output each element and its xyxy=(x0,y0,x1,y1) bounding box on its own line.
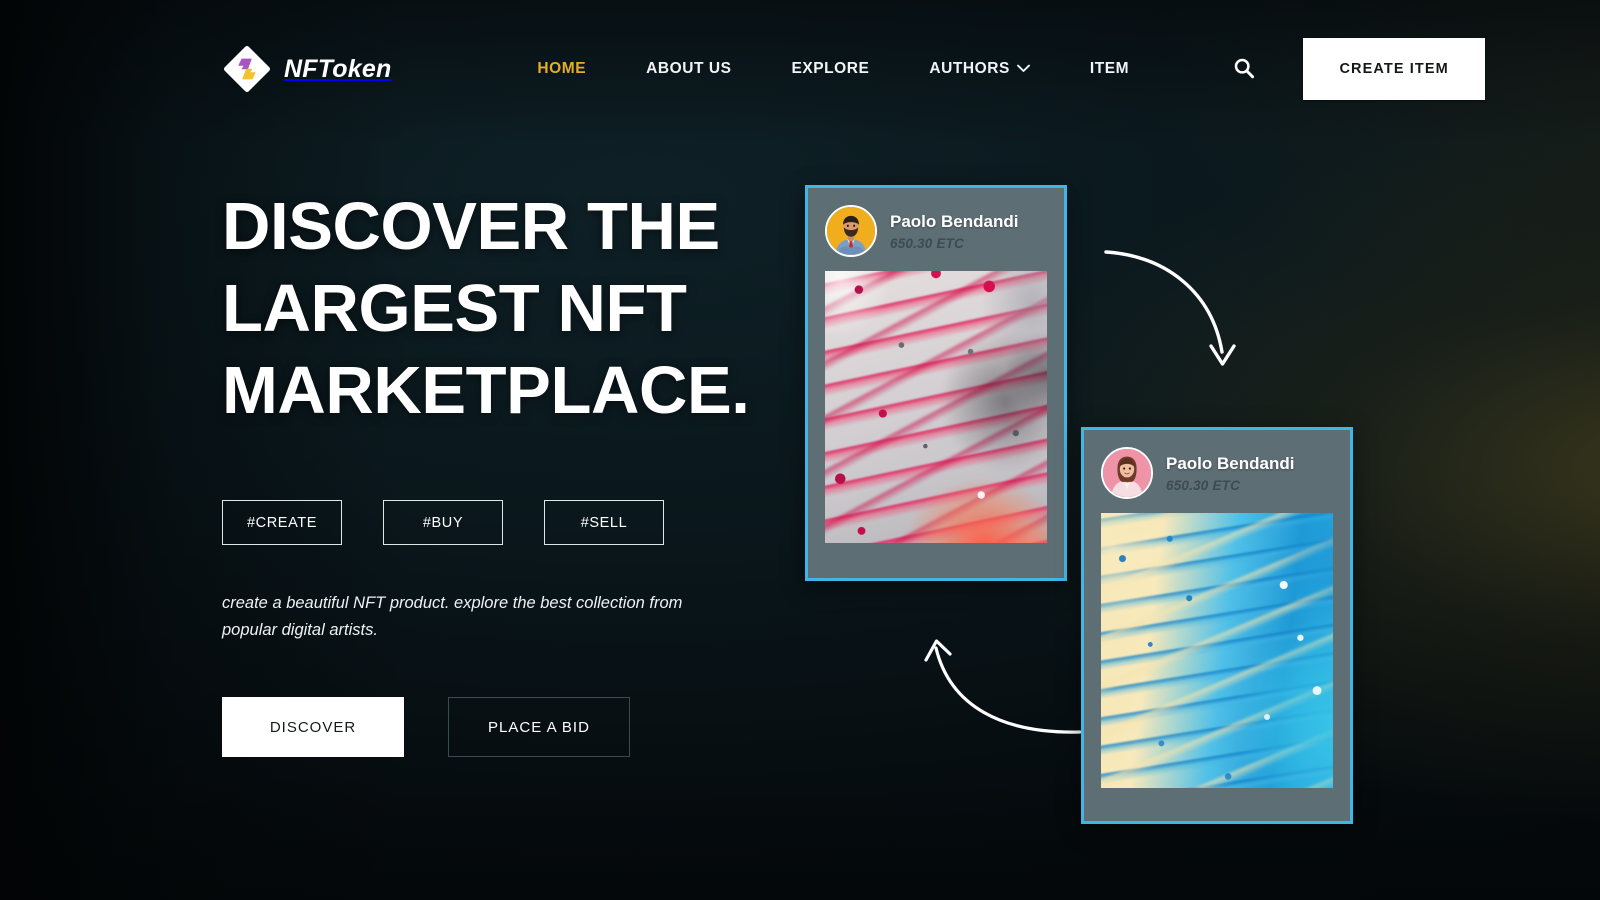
search-button[interactable] xyxy=(1227,52,1261,86)
red-pink-fluid-marble-art xyxy=(825,271,1047,543)
chevron-down-icon xyxy=(1016,60,1030,78)
avatar xyxy=(1101,447,1153,499)
nav-item-item[interactable]: ITEM xyxy=(1090,60,1129,78)
nav-item-about-us[interactable]: ABOUT US xyxy=(646,60,731,78)
nft-card[interactable]: Paolo Bendandi 650.30 ETC xyxy=(1081,427,1353,824)
blue-cream-fluid-marble-art xyxy=(1101,513,1333,788)
nft-card-author: Paolo Bendandi xyxy=(1166,453,1295,473)
nav-item-home[interactable]: HOME xyxy=(537,60,586,78)
nav-item-authors-label: AUTHORS xyxy=(929,60,1010,77)
discover-button[interactable]: DISCOVER xyxy=(222,697,404,757)
hero-content: DISCOVER THE LARGEST NFT MARKETPLACE. #C… xyxy=(222,186,842,757)
hero-cta-row: DISCOVER PLACE A BID xyxy=(222,697,842,757)
nft-card-price: 650.30 ETC xyxy=(1166,477,1241,493)
site-header: NFToken HOME ABOUT US EXPLORE AUTHORS IT… xyxy=(0,0,1600,138)
nft-card-meta: Paolo Bendandi 650.30 ETC xyxy=(1166,454,1294,493)
nav-item-explore[interactable]: EXPLORE xyxy=(791,60,869,78)
diamond-bolt-logo-icon xyxy=(223,45,271,93)
hero-description: create a beautiful NFT product. explore … xyxy=(222,594,683,639)
main-navigation: HOME ABOUT US EXPLORE AUTHORS ITEM xyxy=(537,60,1129,78)
hero-headline: DISCOVER THE LARGEST NFT MARKETPLACE. xyxy=(222,189,750,428)
nav-item-authors[interactable]: AUTHORS xyxy=(929,60,1030,78)
nft-card-price: 650.30 ETC xyxy=(890,235,965,251)
avatar-male xyxy=(827,207,875,255)
hero-tag-list: #CREATE #BUY #SELL xyxy=(222,500,842,545)
curved-arrow-up-left-icon xyxy=(924,639,1082,734)
nft-card-meta: Paolo Bendandi 650.30 ETC xyxy=(890,212,1018,251)
tag-buy[interactable]: #BUY xyxy=(383,500,503,545)
tag-create[interactable]: #CREATE xyxy=(222,500,342,545)
avatar xyxy=(825,205,877,257)
avatar-female xyxy=(1103,449,1151,497)
nft-card-header: Paolo Bendandi 650.30 ETC xyxy=(1101,447,1333,499)
create-item-button[interactable]: CREATE ITEM xyxy=(1303,38,1486,100)
nft-card-header: Paolo Bendandi 650.30 ETC xyxy=(825,205,1047,257)
brand-name: NFToken xyxy=(284,54,392,83)
place-a-bid-button[interactable]: PLACE A BID xyxy=(448,697,630,757)
curved-arrow-down-right-icon xyxy=(1104,250,1236,366)
tag-sell[interactable]: #SELL xyxy=(544,500,664,545)
nft-card-author: Paolo Bendandi xyxy=(890,211,1019,231)
nft-card[interactable]: Paolo Bendandi 650.30 ETC xyxy=(805,185,1067,581)
search-icon xyxy=(1232,56,1256,83)
brand-logo-link[interactable]: NFToken xyxy=(223,45,392,93)
